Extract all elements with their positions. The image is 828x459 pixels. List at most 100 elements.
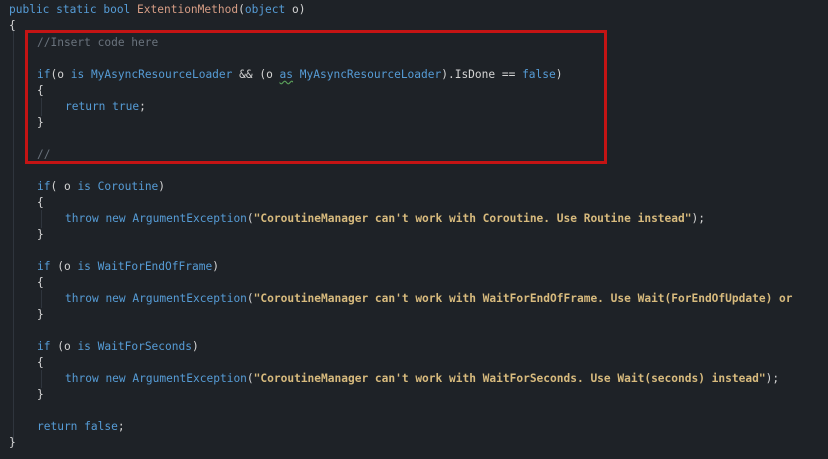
indent-guide (41, 370, 42, 388)
punctuation: ) (158, 180, 166, 193)
punctuation: ( (246, 292, 254, 305)
punctuation: (o (50, 260, 78, 273)
parameter: o) (285, 3, 306, 16)
keyword: is (77, 260, 91, 273)
code-line[interactable]: { (37, 355, 44, 371)
string-literal: "CoroutineManager can't work with WaitFo… (253, 292, 793, 305)
keyword: is (70, 68, 85, 81)
keyword: throw (65, 372, 99, 385)
punctuation: ( (246, 372, 254, 385)
code-line[interactable]: } (37, 227, 44, 243)
code-line[interactable]: throw new ArgumentException("CoroutineMa… (65, 291, 793, 307)
code-line[interactable]: if (o is WaitForEndOfFrame) (37, 259, 219, 275)
keyword: as (279, 68, 294, 81)
code-line[interactable]: } (9, 435, 16, 451)
code-line[interactable]: public static bool ExtentionMethod(objec… (9, 2, 305, 18)
keyword: new (105, 372, 126, 385)
indent-guide (13, 28, 14, 446)
keyword: false (84, 420, 118, 433)
indent-guide (41, 290, 42, 308)
keyword: if (37, 180, 51, 193)
code-line[interactable]: return true; (65, 99, 146, 115)
brace: } (37, 388, 44, 401)
keyword: new (105, 292, 126, 305)
code-line[interactable]: throw new ArgumentException("CoroutineMa… (65, 211, 705, 227)
code-line[interactable]: if(o is MyAsyncResourceLoader && (o as M… (37, 67, 563, 83)
brace: } (37, 308, 44, 321)
punctuation: && (o (232, 68, 280, 81)
type-name: ArgumentException (132, 212, 247, 225)
code-line[interactable]: if( o is Coroutine) (37, 179, 165, 195)
code-line[interactable]: } (37, 307, 44, 323)
punctuation: ) (212, 260, 219, 273)
code-line[interactable]: { (9, 18, 16, 34)
code-line[interactable]: throw new ArgumentException("CoroutineMa… (65, 371, 779, 387)
code-line[interactable]: { (37, 83, 44, 99)
code-line[interactable]: if (o is WaitForSeconds) (37, 339, 199, 355)
brace: } (37, 228, 44, 241)
keyword: throw (65, 292, 99, 305)
keyword: if (37, 260, 51, 273)
type-name: WaitForSeconds (97, 340, 192, 353)
punctuation: (o (50, 340, 78, 353)
type-name: MyAsyncResourceLoader (299, 68, 442, 81)
type-name: MyAsyncResourceLoader (90, 68, 233, 81)
method-name: ExtentionMethod (137, 3, 239, 16)
punctuation: ( o (50, 180, 78, 193)
indent-guide (41, 98, 42, 116)
keyword: if (37, 340, 51, 353)
type-name: WaitForEndOfFrame (97, 260, 213, 273)
code-line[interactable]: } (37, 115, 44, 131)
punctuation: ( (246, 212, 254, 225)
keyword: is (77, 180, 91, 193)
keyword: new (105, 212, 126, 225)
punctuation: ( (238, 3, 245, 16)
brace: } (9, 436, 16, 449)
code-line[interactable]: // (37, 147, 50, 163)
code-line[interactable]: } (37, 387, 44, 403)
type-name: ArgumentException (132, 372, 247, 385)
keyword: if (37, 68, 51, 81)
keyword: return (37, 420, 78, 433)
keyword: false (522, 68, 556, 81)
brace: { (37, 84, 44, 97)
brace: { (37, 356, 44, 369)
keyword: true (112, 100, 140, 113)
punctuation: (o (50, 68, 71, 81)
brace: { (37, 196, 44, 209)
punctuation: ) (555, 68, 563, 81)
keyword: is (77, 340, 91, 353)
code-line[interactable]: return false; (37, 419, 125, 435)
comment: //Insert code here (37, 36, 159, 49)
keyword: return (65, 100, 106, 113)
code-line[interactable]: //Insert code here (37, 35, 158, 51)
brace: { (9, 19, 16, 32)
keyword: object (244, 3, 286, 16)
code-editor[interactable]: public static bool ExtentionMethod(objec… (0, 0, 828, 459)
type-name: Coroutine (97, 180, 159, 193)
keyword: static (56, 3, 97, 16)
punctuation: ).IsDone == (441, 68, 523, 81)
keyword: throw (65, 212, 99, 225)
code-line[interactable]: { (37, 275, 44, 291)
keyword: bool (103, 3, 131, 16)
punctuation: ); (765, 372, 780, 385)
keyword: public (9, 3, 50, 16)
punctuation: ; (117, 420, 125, 433)
indent-guide (41, 210, 42, 228)
brace: } (37, 116, 44, 129)
brace: { (37, 276, 44, 289)
punctuation: ; (139, 100, 146, 113)
string-literal: "CoroutineManager can't work with Corout… (253, 212, 692, 225)
punctuation: ); (691, 212, 705, 225)
string-literal: "CoroutineManager can't work with WaitFo… (253, 372, 766, 385)
punctuation: ) (191, 340, 199, 353)
type-name: ArgumentException (132, 292, 247, 305)
comment: // (37, 148, 51, 161)
code-line[interactable]: { (37, 195, 44, 211)
